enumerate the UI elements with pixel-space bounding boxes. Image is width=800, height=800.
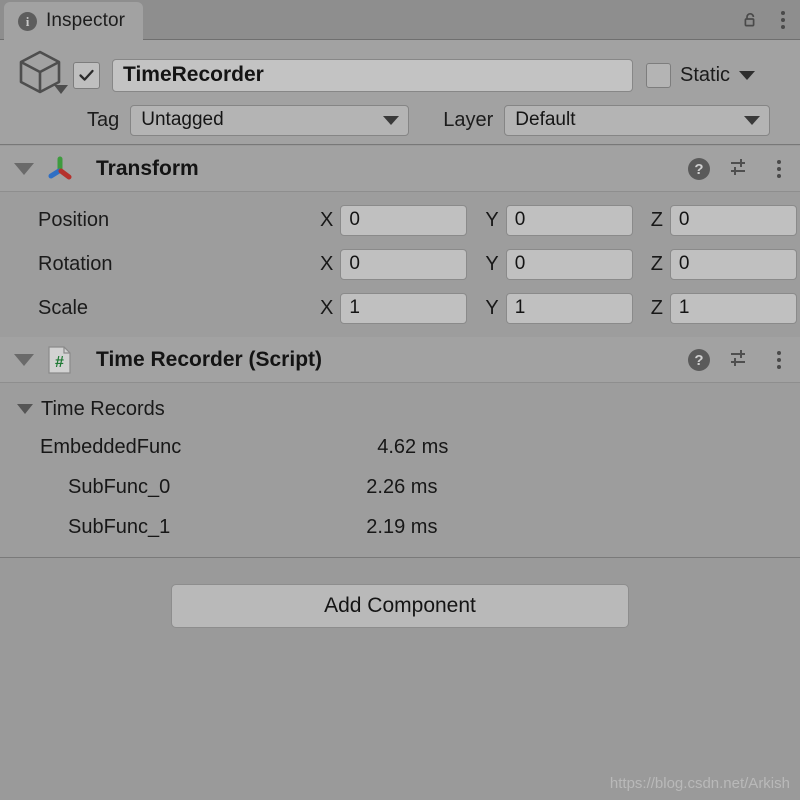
transform-row-scale: Scale X 1 Y 1 Z 1 bbox=[0, 286, 800, 330]
csharp-script-icon: # bbox=[44, 344, 76, 376]
list-item[interactable]: SubFunc_1 2.19 ms bbox=[0, 507, 800, 547]
chevron-down-icon bbox=[744, 115, 761, 125]
static-group: Static bbox=[646, 62, 756, 88]
record-value: 2.26 ms bbox=[366, 475, 438, 498]
rotation-y-input[interactable]: 0 bbox=[505, 248, 633, 280]
layer-value: Default bbox=[515, 109, 576, 130]
tag-layer-row: Tag Untagged Layer Default bbox=[0, 100, 800, 140]
static-checkbox[interactable] bbox=[646, 62, 671, 88]
scale-label: Scale bbox=[38, 296, 89, 319]
record-value: 2.19 ms bbox=[366, 515, 438, 538]
tag-label: Tag bbox=[87, 108, 120, 131]
scale-axis-y: Y bbox=[485, 296, 499, 319]
transform-row-position: Position X 0 Y 0 Z 0 bbox=[0, 198, 800, 242]
time-records-label: Time Records bbox=[41, 397, 165, 420]
static-label: Static bbox=[680, 63, 731, 86]
scale-z-input[interactable]: 1 bbox=[669, 292, 797, 324]
tab-inspector[interactable]: i Inspector bbox=[4, 2, 144, 40]
list-item[interactable]: EmbeddedFunc 4.62 ms bbox=[0, 427, 800, 467]
position-z-input[interactable]: 0 bbox=[669, 204, 797, 236]
tab-bar: i Inspector bbox=[0, 0, 800, 40]
unlocked-padlock-icon[interactable] bbox=[742, 11, 760, 29]
position-axis-z: Z bbox=[650, 208, 663, 231]
gameobject-name-row: TimeRecorder Static bbox=[0, 50, 800, 96]
record-name: EmbeddedFunc bbox=[40, 435, 182, 458]
transform-row-rotation: Rotation X 0 Y 0 Z 0 bbox=[0, 242, 800, 286]
time-recorder-title: Time Recorder (Script) bbox=[96, 347, 323, 371]
add-component-button[interactable]: Add Component bbox=[171, 584, 629, 628]
time-recorder-foldout-icon[interactable] bbox=[14, 353, 34, 366]
help-icon[interactable]: ? bbox=[688, 158, 710, 180]
transform-foldout-icon[interactable] bbox=[14, 162, 34, 175]
layer-label: Layer bbox=[443, 108, 494, 131]
position-axis-y: Y bbox=[485, 208, 499, 231]
info-icon: i bbox=[18, 11, 37, 31]
static-dropdown-caret-icon[interactable] bbox=[739, 70, 756, 80]
transform-title: Transform bbox=[96, 156, 199, 180]
gameobject-enabled-checkbox[interactable] bbox=[73, 61, 100, 89]
position-label: Position bbox=[38, 208, 110, 231]
time-records-foldout[interactable]: Time Records bbox=[0, 391, 800, 427]
record-name: SubFunc_0 bbox=[68, 475, 171, 498]
cube-icon[interactable] bbox=[10, 47, 70, 103]
transform-tools: ? bbox=[688, 146, 788, 192]
component-transform: Transform ? Position X 0 Y 0 Z 0 Rotatio… bbox=[0, 146, 800, 339]
rotation-axis-z: Z bbox=[650, 252, 663, 275]
kebab-menu-icon[interactable] bbox=[770, 160, 788, 178]
transform-body: Position X 0 Y 0 Z 0 Rotation X 0 Y 0 Z … bbox=[0, 192, 800, 339]
record-value: 4.62 ms bbox=[377, 435, 449, 458]
rotation-axis-x: X bbox=[320, 252, 334, 275]
gameobject-name-input[interactable]: TimeRecorder bbox=[112, 58, 633, 92]
time-records-caret-icon bbox=[17, 404, 33, 414]
svg-text:#: # bbox=[55, 354, 64, 371]
position-y-input[interactable]: 0 bbox=[505, 204, 633, 236]
component-time-recorder: # Time Recorder (Script) ? Time Records … bbox=[0, 337, 800, 558]
transform-axis-icon bbox=[44, 153, 76, 185]
preset-sliders-icon[interactable] bbox=[728, 155, 752, 184]
tab-label: Inspector bbox=[46, 10, 126, 31]
rotation-x-input[interactable]: 0 bbox=[340, 248, 468, 280]
record-name: SubFunc_1 bbox=[68, 515, 171, 538]
layer-dropdown[interactable]: Default bbox=[504, 104, 771, 136]
list-item[interactable]: SubFunc_0 2.26 ms bbox=[0, 467, 800, 507]
tag-value: Untagged bbox=[141, 109, 224, 130]
preset-sliders-icon[interactable] bbox=[728, 346, 752, 375]
kebab-menu-icon[interactable] bbox=[774, 11, 792, 29]
help-icon[interactable]: ? bbox=[688, 349, 710, 371]
rotation-z-input[interactable]: 0 bbox=[669, 248, 797, 280]
rotation-axis-y: Y bbox=[485, 252, 499, 275]
rotation-label: Rotation bbox=[38, 252, 113, 275]
scale-x-input[interactable]: 1 bbox=[340, 292, 468, 324]
add-component-zone: Add Component bbox=[0, 567, 800, 800]
watermark: https://blog.csdn.net/Arkish bbox=[609, 775, 790, 792]
position-x-input[interactable]: 0 bbox=[340, 204, 468, 236]
cube-dropdown-caret-icon[interactable] bbox=[54, 85, 68, 94]
scale-axis-x: X bbox=[320, 296, 334, 319]
tab-bar-tools bbox=[742, 0, 792, 40]
time-recorder-header[interactable]: # Time Recorder (Script) ? bbox=[0, 337, 800, 383]
position-axis-x: X bbox=[320, 208, 334, 231]
gameobject-header: TimeRecorder Static Tag Untagged Layer D… bbox=[0, 40, 800, 145]
scale-axis-z: Z bbox=[650, 296, 663, 319]
time-records-body: Time Records EmbeddedFunc 4.62 ms SubFun… bbox=[0, 383, 800, 558]
time-recorder-tools: ? bbox=[688, 337, 788, 383]
kebab-menu-icon[interactable] bbox=[770, 351, 788, 369]
inspector-window: i Inspector TimeRecorder Static Tag Unta… bbox=[0, 0, 800, 800]
chevron-down-icon bbox=[383, 115, 400, 125]
transform-header[interactable]: Transform ? bbox=[0, 146, 800, 192]
tag-dropdown[interactable]: Untagged bbox=[130, 104, 410, 136]
scale-y-input[interactable]: 1 bbox=[505, 292, 633, 324]
